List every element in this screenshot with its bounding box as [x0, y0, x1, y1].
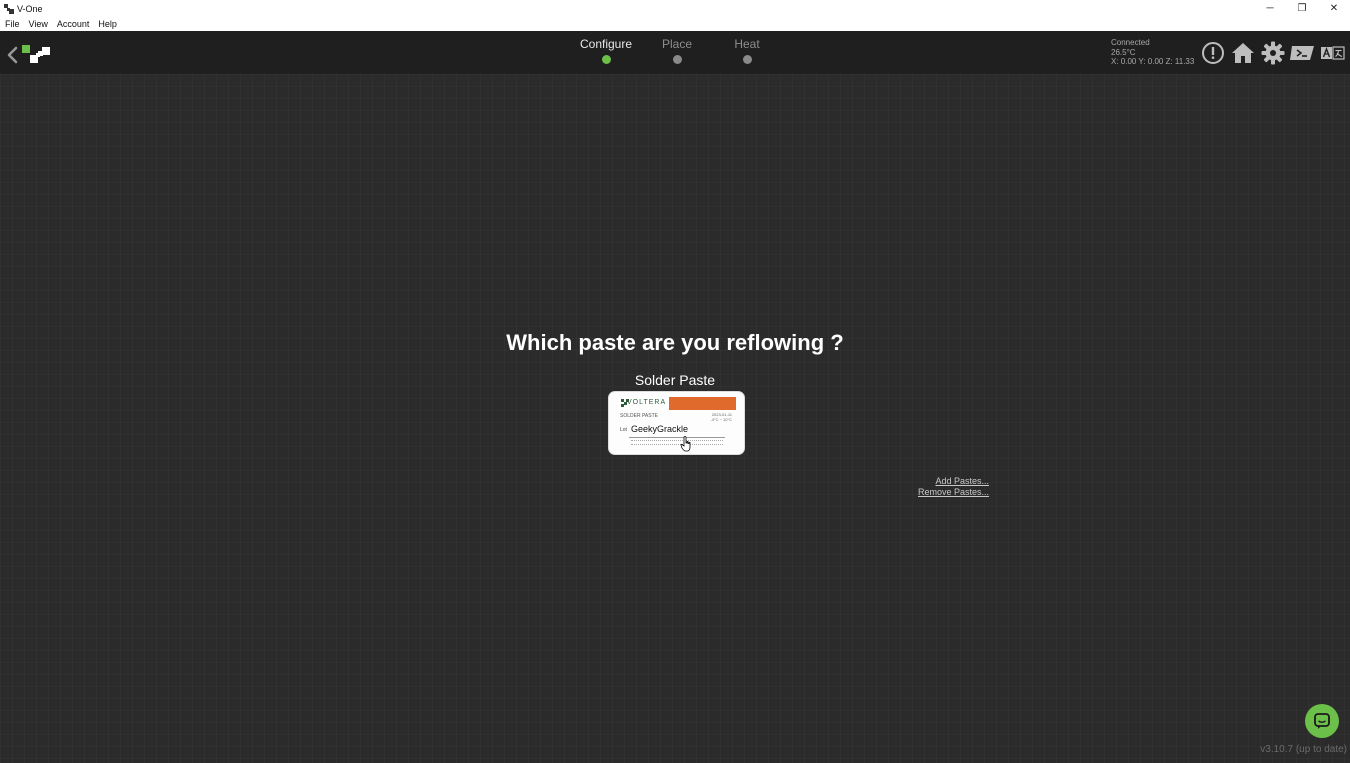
step-configure-label: Configure	[579, 37, 633, 51]
language-icon[interactable]	[1320, 40, 1346, 66]
terminal-icon[interactable]	[1290, 40, 1316, 66]
step-heat[interactable]: Heat	[707, 37, 787, 64]
chat-icon	[1314, 713, 1330, 729]
card-lot-name: GeekyGrackle	[631, 424, 689, 434]
minimize-button[interactable]: ─	[1254, 0, 1286, 17]
step-place-dot	[672, 55, 682, 64]
step-configure[interactable]: Configure	[566, 37, 646, 64]
position-readout: X: 0.00 Y: 0.00 Z: 11.33	[1111, 57, 1195, 66]
step-configure-dot	[601, 55, 611, 64]
step-heat-dot	[742, 55, 752, 64]
step-place-label: Place	[661, 37, 693, 51]
step-place[interactable]: Place	[637, 37, 717, 64]
step-heat-label: Heat	[734, 37, 760, 51]
main-area: Which paste are you reflowing ? Solder P…	[0, 74, 1350, 763]
version-label: v3.10.7 (up to date)	[1260, 744, 1347, 755]
app-logo-icon	[4, 3, 14, 14]
card-lot-label: Lot	[620, 427, 627, 433]
paste-card[interactable]: VOLTERA SOLDER PASTE 2023-01-11 -4°C ~ 1…	[609, 392, 744, 454]
menu-bar: File View Account Help	[0, 17, 1350, 31]
card-brand-name: VOLTERA	[627, 399, 667, 406]
card-divider	[629, 437, 725, 438]
chat-support-button[interactable]	[1305, 704, 1339, 738]
menu-view[interactable]: View	[24, 19, 52, 29]
hand-cursor-icon	[680, 436, 691, 452]
toolbar: Configure Place Heat Connected 26.5°C X:…	[0, 31, 1350, 74]
home-icon[interactable]	[1230, 40, 1256, 66]
add-pastes-link[interactable]: Add Pastes...	[880, 476, 989, 487]
menu-file[interactable]: File	[0, 19, 24, 29]
card-details: 2023-01-11 -4°C ~ 10°C	[710, 412, 732, 422]
card-temp: -4°C ~ 10°C	[710, 417, 732, 422]
paste-links: Add Pastes... Remove Pastes...	[880, 476, 989, 498]
close-button[interactable]: ✕	[1318, 0, 1350, 17]
gear-icon[interactable]	[1260, 40, 1286, 66]
title-bar: V-One ─ ❐ ✕	[0, 0, 1350, 17]
temperature-readout: 26.5°C	[1111, 47, 1136, 57]
toolbar-icons	[1196, 40, 1346, 66]
paste-category-label: Solder Paste	[634, 372, 716, 388]
device-status: Connected 26.5°C X: 0.00 Y: 0.00 Z: 11.3…	[1111, 38, 1194, 67]
window-controls: ─ ❐ ✕	[1254, 0, 1350, 17]
maximize-button[interactable]: ❐	[1286, 0, 1318, 17]
remove-pastes-link[interactable]: Remove Pastes...	[880, 487, 989, 498]
alert-icon[interactable]	[1200, 40, 1226, 66]
window-title: V-One	[17, 3, 43, 14]
card-paste-type: SOLDER PASTE	[620, 413, 658, 419]
card-fine-print	[631, 440, 723, 445]
menu-help[interactable]: Help	[93, 19, 121, 29]
menu-account[interactable]: Account	[52, 19, 94, 29]
connection-status: Connected	[1111, 38, 1150, 47]
page-title: Which paste are you reflowing ?	[506, 330, 844, 355]
